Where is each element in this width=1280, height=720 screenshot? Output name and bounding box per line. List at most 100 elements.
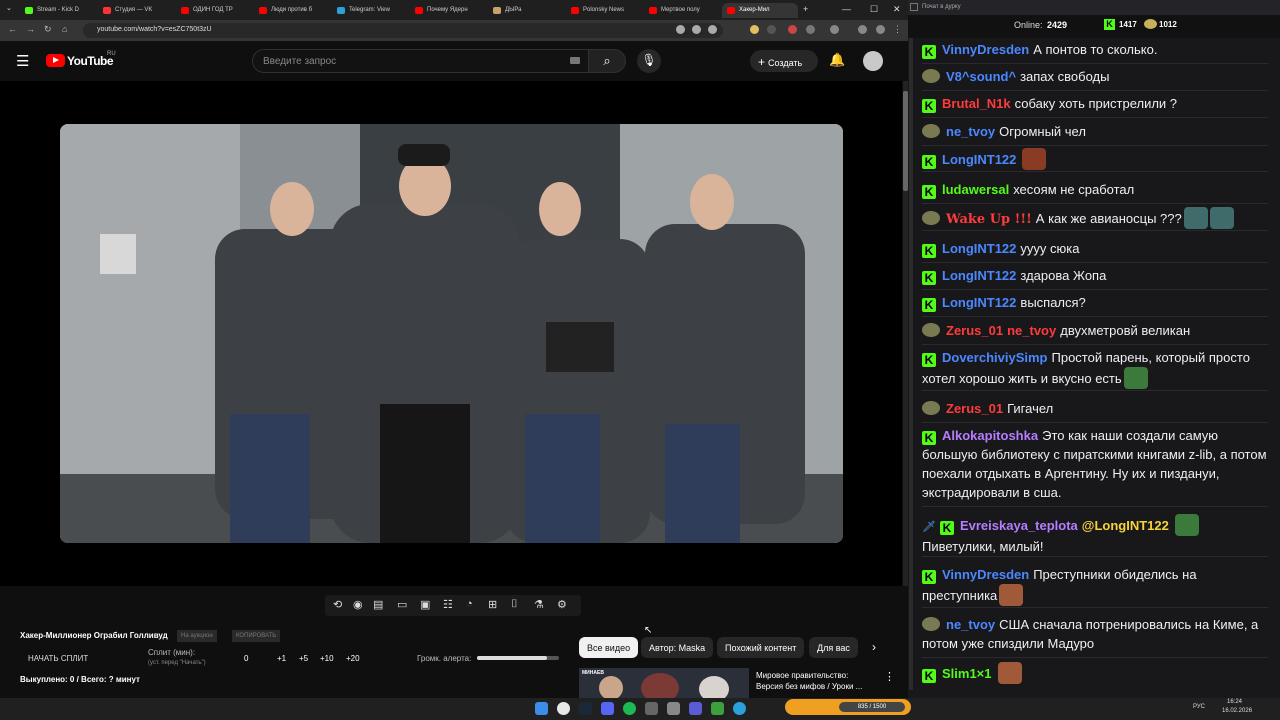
app-icon[interactable] — [689, 702, 702, 715]
browser-tab[interactable]: ОДИН ГОД ТР — [176, 3, 252, 18]
chat-username[interactable]: Zerus_01 — [946, 401, 1003, 416]
split-plus-20-button[interactable]: +20 — [346, 654, 360, 663]
extension-icon[interactable] — [767, 25, 776, 34]
chat-username[interactable]: ludawersal — [942, 182, 1009, 197]
clock-time[interactable]: 16:24 — [1227, 699, 1242, 705]
download-icon[interactable] — [830, 25, 839, 34]
recommendation-title[interactable]: Мировое правительство: Версия без мифов … — [756, 670, 876, 692]
chat-username[interactable]: LongINT122 — [942, 241, 1016, 256]
url-field[interactable]: youtube.com/watch?v=esZC750t3zU — [83, 23, 723, 38]
chip-similar[interactable]: Похожий контент — [717, 637, 805, 658]
chat-username[interactable]: Zerus_01 — [946, 323, 1003, 338]
telegram-icon[interactable] — [733, 702, 746, 715]
chat-username[interactable]: Alkokapitoshka — [942, 428, 1038, 443]
browser-tab[interactable]: Люди против б — [254, 3, 330, 18]
browser-tab[interactable]: Polonsky News — [566, 3, 642, 18]
add-screen-icon[interactable]: ⊞ — [488, 598, 497, 611]
forward-icon[interactable]: → — [26, 24, 35, 34]
split-plus-1-button[interactable]: +1 — [277, 654, 286, 663]
notifications-bell-icon[interactable]: 🔔 — [829, 52, 845, 68]
extension-icon[interactable] — [788, 25, 797, 34]
voice-search-button[interactable]: 🎙 — [637, 49, 661, 73]
zoom-icon[interactable] — [676, 25, 685, 34]
language-indicator[interactable]: РУС — [1193, 704, 1205, 710]
chat-username[interactable]: VinnyDresden — [942, 42, 1029, 57]
app-icon[interactable] — [711, 702, 724, 715]
menu-dots-icon[interactable]: ⋮ — [893, 24, 902, 35]
chat-scrollbar[interactable] — [909, 38, 913, 690]
alert-volume-slider[interactable] — [477, 656, 559, 660]
auction-tag[interactable]: На аукцион — [177, 630, 217, 642]
back-icon[interactable]: ← — [8, 24, 17, 34]
chips-next-icon[interactable]: › — [872, 640, 876, 654]
chat-mention[interactable]: @LongINT122 — [1082, 518, 1169, 533]
browser-tab[interactable]: Хакер-Мил — [722, 3, 798, 18]
chrome-icon[interactable] — [557, 702, 570, 715]
tab-list-icon[interactable]: ⌄ — [6, 4, 12, 12]
chat-username[interactable]: LongINT122 — [942, 152, 1016, 167]
create-button[interactable]: + Создать — [750, 50, 818, 72]
search-button[interactable]: ⌕ — [588, 49, 626, 73]
steam-icon[interactable] — [579, 702, 592, 715]
chat-username[interactable]: V8^sound^ — [946, 69, 1016, 84]
new-tab-button[interactable]: + — [803, 4, 808, 14]
chip-all-videos[interactable]: Все видео — [579, 637, 639, 658]
keyboard-icon[interactable] — [570, 57, 580, 64]
browser-tab[interactable]: Студия — VK — [98, 3, 174, 18]
bookmark-star-icon[interactable] — [708, 25, 717, 34]
loop-icon[interactable]: ⟲ — [333, 598, 342, 611]
recommendation-menu-icon[interactable]: ⋮ — [884, 670, 895, 683]
chat-username[interactable]: LongINT122 — [942, 268, 1016, 283]
profile-icon[interactable] — [858, 25, 867, 34]
camera-icon[interactable]: ⌷ — [511, 598, 518, 611]
avatar[interactable] — [863, 51, 883, 71]
browser-tab[interactable]: Telegram: View — [332, 3, 408, 18]
reload-icon[interactable]: ↻ — [44, 24, 52, 35]
clock-date[interactable]: 16.02.2026 — [1222, 708, 1252, 714]
video-player[interactable] — [0, 81, 908, 586]
spotify-icon[interactable] — [623, 702, 636, 715]
subtitles-icon[interactable]: ☷ — [443, 598, 453, 611]
chat-username[interactable]: DoverchiviySimp — [942, 350, 1048, 365]
app-icon[interactable] — [667, 702, 680, 715]
home-icon[interactable]: ⌂ — [62, 24, 67, 34]
hamburger-menu-icon[interactable]: ☰ — [16, 52, 29, 70]
chip-author[interactable]: Автор: Maska — [641, 637, 714, 658]
discord-icon[interactable] — [601, 702, 614, 715]
profile-icon[interactable] — [876, 25, 885, 34]
obs-icon[interactable] — [645, 702, 658, 715]
maximize-button[interactable]: ☐ — [870, 4, 878, 15]
pip-icon[interactable]: ▣ — [420, 598, 430, 611]
chat-username[interactable]: ne_tvoy — [946, 124, 995, 139]
split-plus-10-button[interactable]: +10 — [320, 654, 334, 663]
chat-mention[interactable]: ne_tvoy — [1007, 323, 1056, 338]
browser-tab[interactable]: ДЫРа — [488, 3, 564, 18]
folder-icon[interactable]: ▭ — [397, 598, 407, 611]
chat-username[interactable]: Slim1×1 — [942, 666, 992, 681]
browser-tab[interactable]: Stream - Kick D — [20, 3, 96, 18]
chat-username[interactable]: ne_tvoy — [946, 617, 995, 632]
extension-icon[interactable] — [750, 25, 759, 34]
flask-icon[interactable]: ⚗ — [534, 598, 544, 611]
video-frame[interactable] — [60, 124, 843, 543]
chip-for-you[interactable]: Для вас — [809, 637, 858, 658]
copy-tag[interactable]: КОПИРОВАТЬ — [232, 630, 281, 642]
youtube-logo-icon[interactable] — [46, 54, 65, 67]
start-split-button[interactable]: НАЧАТЬ СПЛИТ — [28, 654, 88, 663]
screen-record-icon[interactable]: ▤ — [373, 598, 383, 611]
minimize-button[interactable]: — — [842, 4, 851, 14]
start-icon[interactable] — [535, 702, 548, 715]
broadcast-icon[interactable]: ◉ — [353, 598, 363, 611]
recommendation-thumbnail[interactable]: МИНАЕВ — [579, 668, 749, 698]
speed-gauge-icon[interactable]: ◔ — [466, 598, 473, 610]
close-window-button[interactable]: ✕ — [893, 4, 901, 15]
extensions-puzzle-icon[interactable] — [806, 25, 815, 34]
chat-username[interactable]: LongINT122 — [942, 295, 1016, 310]
chat-username[interactable]: Evreiskaya_teplota — [960, 518, 1078, 533]
split-plus-5-button[interactable]: +5 — [299, 654, 308, 663]
browser-tab[interactable]: Мертвое полу — [644, 3, 720, 18]
settings-gear-icon[interactable]: ⚙ — [557, 598, 567, 611]
chat-username[interactable]: Wake Up !!! — [946, 212, 1032, 227]
chat-username[interactable]: Brutal_N1k — [942, 96, 1011, 111]
browser-tab[interactable]: Почему Ядерн — [410, 3, 486, 18]
